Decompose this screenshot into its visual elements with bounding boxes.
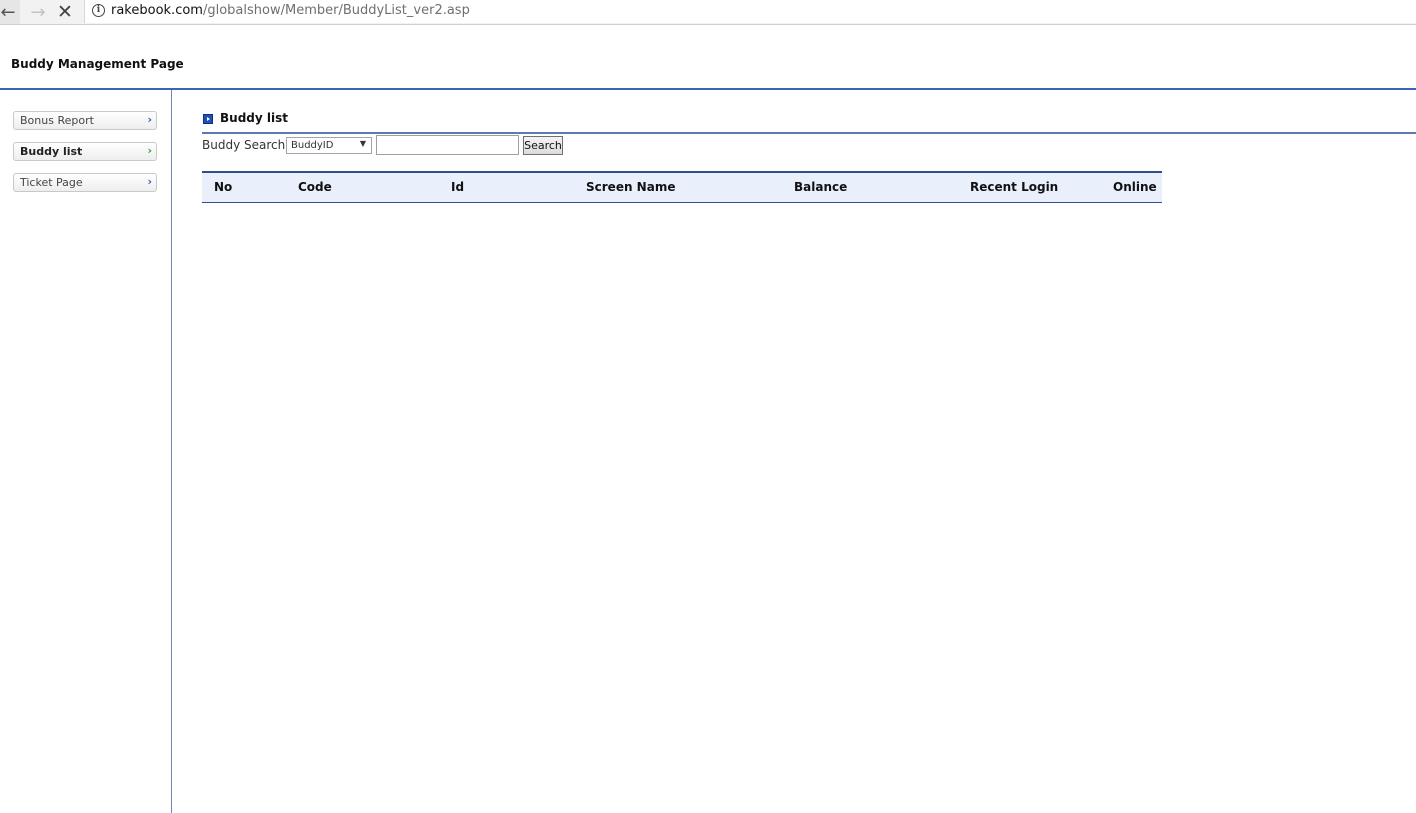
- sidebar-item-label: Buddy list: [20, 145, 83, 158]
- chevron-right-icon: ›: [147, 113, 152, 126]
- column-header-recent-login: Recent Login: [970, 180, 1059, 194]
- search-field-select-value: BuddyID: [291, 140, 334, 151]
- page-title: Buddy Management Page: [11, 57, 184, 71]
- search-button[interactable]: Search: [523, 136, 563, 155]
- url-path: /globalshow/Member/BuddyList_ver2.asp: [202, 3, 470, 18]
- browser-toolbar: ← → ✕ i rakebook.com/globalshow/Member/B…: [0, 0, 1416, 25]
- stop-loading-icon[interactable]: ✕: [53, 0, 77, 24]
- url-domain: rakebook.com: [111, 3, 203, 18]
- header-divider: [0, 88, 1416, 90]
- column-header-no: No: [214, 180, 233, 194]
- sidebar-divider: [171, 90, 172, 813]
- sidebar-item-ticket-page[interactable]: Ticket Page ›: [13, 173, 157, 192]
- url-text[interactable]: rakebook.com/globalshow/Member/BuddyList…: [111, 3, 470, 18]
- sidebar-item-label: Bonus Report: [20, 114, 94, 127]
- address-bar[interactable]: i rakebook.com/globalshow/Member/BuddyLi…: [84, 0, 1416, 23]
- sidebar-item-bonus-report[interactable]: Bonus Report ›: [13, 111, 157, 130]
- forward-arrow-icon[interactable]: →: [26, 0, 50, 24]
- column-header-online: Online: [1113, 180, 1157, 194]
- column-header-screen-name: Screen Name: [586, 180, 676, 194]
- dropdown-arrow-icon: ▼: [359, 139, 366, 148]
- section-bullet-icon: [203, 114, 213, 124]
- sidebar-item-buddy-list[interactable]: Buddy list ›: [13, 142, 157, 161]
- back-arrow-icon[interactable]: ←: [0, 0, 20, 24]
- column-header-id: Id: [451, 180, 465, 194]
- info-icon[interactable]: i: [92, 4, 105, 17]
- buddy-search-label: Buddy Search :: [202, 138, 294, 152]
- buddy-table-header: No Code Id Screen Name Balance Recent Lo…: [202, 171, 1162, 203]
- column-header-balance: Balance: [794, 180, 848, 194]
- chevron-right-icon: ›: [147, 175, 152, 188]
- buddy-search-input[interactable]: [376, 135, 519, 155]
- search-field-select[interactable]: BuddyID ▼: [286, 137, 372, 154]
- chevron-right-icon: ›: [147, 144, 152, 157]
- sidebar-item-label: Ticket Page: [20, 176, 83, 189]
- section-divider: [202, 132, 1416, 134]
- column-header-code: Code: [298, 180, 332, 194]
- section-title: Buddy list: [220, 111, 288, 125]
